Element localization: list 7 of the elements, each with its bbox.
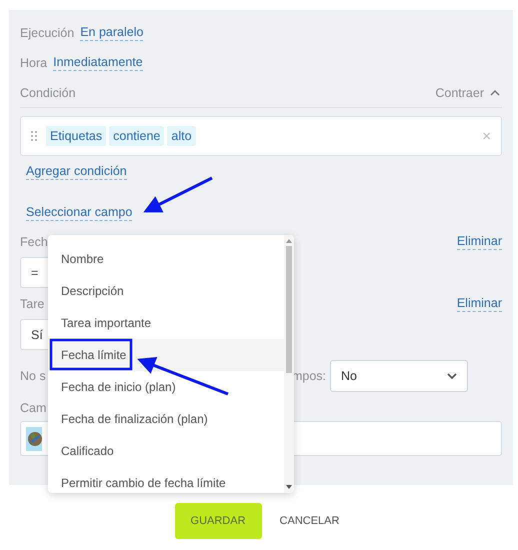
field-label: Tare <box>20 297 44 311</box>
setting-label: Hora <box>20 56 48 70</box>
field-label: Fech <box>20 235 48 249</box>
field-label: No s <box>20 369 46 383</box>
section-title: Condición <box>20 86 76 100</box>
field-label: Cam <box>20 401 46 415</box>
setting-label: Ejecución <box>20 26 74 40</box>
